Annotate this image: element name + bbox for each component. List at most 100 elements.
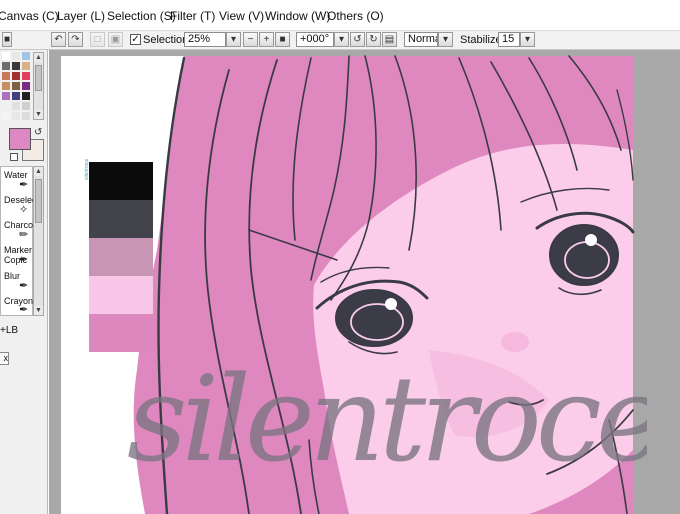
- toolbar: ■ ↶ ↷ □ ▣ ✓ Selection 25% ▾ − + ■ +000° …: [0, 31, 680, 50]
- selection-label: Selection: [143, 34, 189, 46]
- crayon-icon: ✒: [19, 304, 29, 316]
- color-swatch[interactable]: [12, 62, 20, 70]
- color-swatch[interactable]: [12, 82, 20, 90]
- palette-caption: silentroce: [84, 158, 90, 180]
- rotate-ccw-button[interactable]: ↺: [350, 32, 365, 47]
- scroll-up-icon[interactable]: ▲: [34, 167, 43, 176]
- color-swatch[interactable]: [2, 112, 10, 120]
- cut-button[interactable]: x: [0, 352, 9, 365]
- menu-canvas[interactable]: Canvas (C): [0, 9, 59, 23]
- color-swatch[interactable]: [2, 72, 10, 80]
- palette-chip: [89, 276, 153, 314]
- color-swatch[interactable]: [2, 82, 10, 90]
- chevron-down-icon: ▾: [338, 34, 345, 45]
- menu-others[interactable]: Others (O): [327, 9, 384, 23]
- rotate-right-icon: ↻: [369, 34, 378, 45]
- deselect-button[interactable]: □: [90, 32, 105, 47]
- palette-chip: [89, 314, 153, 352]
- left-eye-iris: [335, 289, 413, 347]
- left-eye-highlight: [385, 298, 397, 310]
- color-swatch[interactable]: [22, 62, 30, 70]
- scroll-up-icon[interactable]: ▲: [34, 53, 43, 62]
- color-swatch[interactable]: [12, 72, 20, 80]
- square-icon: ■: [279, 34, 286, 45]
- shortcut-label: +LB: [0, 325, 19, 336]
- primary-color-box[interactable]: [9, 128, 31, 150]
- stabilizer-dropdown-button[interactable]: ▾: [520, 32, 535, 47]
- menu-view[interactable]: View (V): [219, 9, 264, 23]
- scroll-thumb[interactable]: [35, 179, 42, 223]
- rotate-cw-button[interactable]: ↻: [366, 32, 381, 47]
- redo-button[interactable]: ↷: [68, 32, 83, 47]
- rotation-field[interactable]: +000°: [296, 32, 334, 47]
- chevron-down-icon: ▾: [442, 34, 449, 45]
- redo-icon: ↷: [71, 34, 80, 45]
- chevron-down-icon: ▾: [230, 34, 237, 45]
- color-swatch[interactable]: [22, 82, 30, 90]
- color-swatch[interactable]: [12, 112, 20, 120]
- deselect-tool-icon: ✧: [19, 204, 29, 216]
- minus-icon: −: [247, 34, 254, 45]
- palette-chip: [89, 162, 153, 200]
- menu-selection[interactable]: Selection (S): [107, 9, 176, 23]
- tool-blur[interactable]: Blur: [4, 271, 20, 281]
- scroll-down-icon[interactable]: ▼: [34, 306, 43, 315]
- color-swatch[interactable]: [12, 102, 20, 110]
- color-palette: silentroce: [84, 159, 153, 352]
- flip-icon: ▤: [384, 34, 395, 45]
- reset-colors-icon[interactable]: [10, 153, 18, 161]
- color-swatch[interactable]: [22, 92, 30, 100]
- cheek-blush: [501, 332, 529, 352]
- rotation-dropdown-button[interactable]: ▾: [334, 32, 349, 47]
- undo-button[interactable]: ↶: [51, 32, 66, 47]
- right-eye-highlight: [585, 234, 597, 246]
- zoom-out-button[interactable]: −: [243, 32, 258, 47]
- color-swatch[interactable]: [12, 92, 20, 100]
- menu-layer[interactable]: Layer (L): [57, 9, 105, 23]
- menu-window[interactable]: Window (W): [265, 9, 330, 23]
- menu-bar: Canvas (C) Layer (L) Selection (S) Filte…: [0, 0, 680, 31]
- pencil-icon: ✏: [19, 229, 29, 241]
- blend-mode-dropdown-button[interactable]: ▾: [438, 32, 453, 47]
- palette-chip: [89, 200, 153, 238]
- signature-text: silentroce: [127, 368, 647, 488]
- zoom-dropdown-button[interactable]: ▾: [226, 32, 241, 47]
- undo-icon: ↶: [54, 34, 63, 45]
- swatch-scrollbar[interactable]: ▲ ▼: [33, 52, 44, 120]
- color-swatch[interactable]: [22, 112, 30, 120]
- invert-selection-button[interactable]: ▣: [108, 32, 123, 47]
- color-swatch[interactable]: [2, 92, 10, 100]
- rotate-left-icon: ↺: [353, 34, 362, 45]
- tool-list: Water ✒ Deselect ✧ Charcoal ✏ Marker Cop…: [0, 166, 40, 316]
- chevron-down-icon: ▾: [524, 34, 531, 45]
- plus-icon: +: [263, 34, 270, 45]
- color-swatch[interactable]: [12, 52, 20, 60]
- panel-toggle-button[interactable]: ■: [2, 32, 12, 47]
- scroll-down-icon[interactable]: ▼: [34, 110, 43, 119]
- tool-scrollbar[interactable]: ▲ ▼: [33, 166, 44, 316]
- zoom-field[interactable]: 25%: [184, 32, 226, 47]
- color-swatch[interactable]: [22, 102, 30, 110]
- deselect-icon: □: [94, 34, 101, 45]
- left-panel: ▲ ▼ ↺ Water ✒ Deselect ✧ Charcoal ✏ Mark…: [0, 50, 48, 514]
- marker-icon: ✒: [19, 254, 29, 266]
- blur-icon: ✒: [19, 280, 29, 292]
- color-swatch[interactable]: [2, 62, 10, 70]
- color-swatch[interactable]: [2, 52, 10, 60]
- color-swatch[interactable]: [2, 102, 10, 110]
- palette-chip: [89, 238, 153, 276]
- color-swatch[interactable]: [22, 52, 30, 60]
- signature-watermark: silentroce: [127, 368, 647, 508]
- stabilizer-field[interactable]: 15: [498, 32, 520, 47]
- color-swatch[interactable]: [22, 72, 30, 80]
- swap-colors-icon[interactable]: ↺: [34, 127, 42, 138]
- zoom-reset-button[interactable]: ■: [275, 32, 290, 47]
- blend-mode-field[interactable]: Normal: [404, 32, 438, 47]
- zoom-in-button[interactable]: +: [259, 32, 274, 47]
- flip-horizontal-button[interactable]: ▤: [382, 32, 397, 47]
- canvas-area[interactable]: silentroce silentroce: [49, 50, 680, 514]
- menu-filter[interactable]: Filter (T): [170, 9, 215, 23]
- selection-checkbox[interactable]: ✓: [130, 34, 141, 45]
- invert-selection-icon: ▣: [110, 34, 121, 45]
- scroll-thumb[interactable]: [35, 65, 42, 91]
